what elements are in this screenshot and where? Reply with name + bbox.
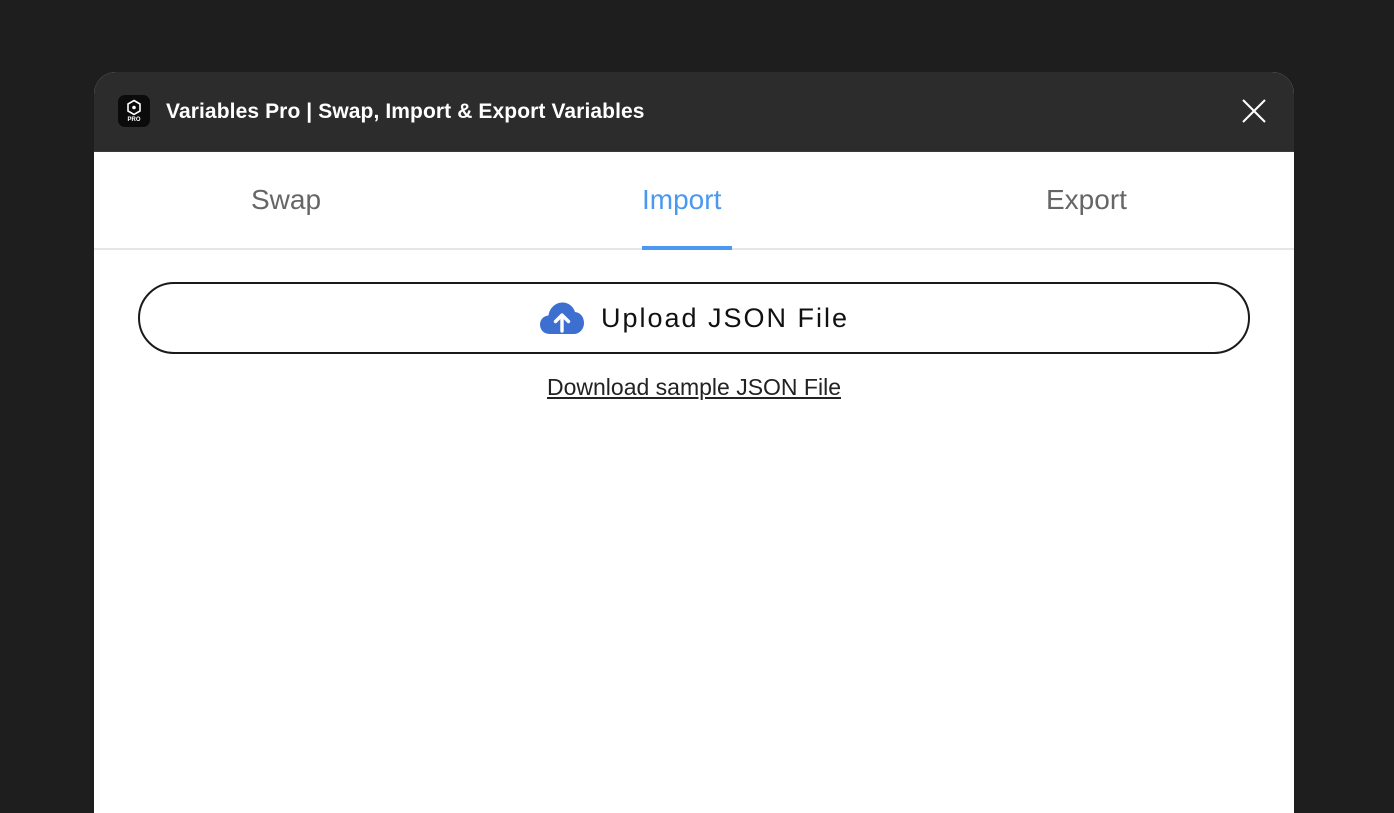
active-tab-indicator	[642, 246, 732, 250]
tab-import[interactable]: Import	[642, 152, 721, 248]
cloud-upload-icon	[539, 301, 585, 335]
tab-export[interactable]: Export	[1046, 152, 1127, 248]
close-icon	[1242, 99, 1266, 123]
hexagon-dot-icon	[127, 99, 141, 116]
download-sample-link[interactable]: Download sample JSON File	[94, 374, 1294, 401]
close-button[interactable]	[1238, 95, 1270, 127]
tab-swap[interactable]: Swap	[251, 152, 321, 248]
app-logo: PRO	[118, 95, 150, 127]
logo-badge-text: PRO	[127, 117, 141, 123]
title-bar: PRO Variables Pro | Swap, Import & Expor…	[94, 72, 1294, 152]
upload-json-button[interactable]: Upload JSON File	[138, 282, 1250, 354]
window-title: Variables Pro | Swap, Import & Export Va…	[166, 100, 645, 123]
tab-bar: Swap Import Export	[94, 152, 1294, 250]
plugin-window: PRO Variables Pro | Swap, Import & Expor…	[94, 72, 1294, 813]
upload-button-label: Upload JSON File	[600, 302, 850, 333]
